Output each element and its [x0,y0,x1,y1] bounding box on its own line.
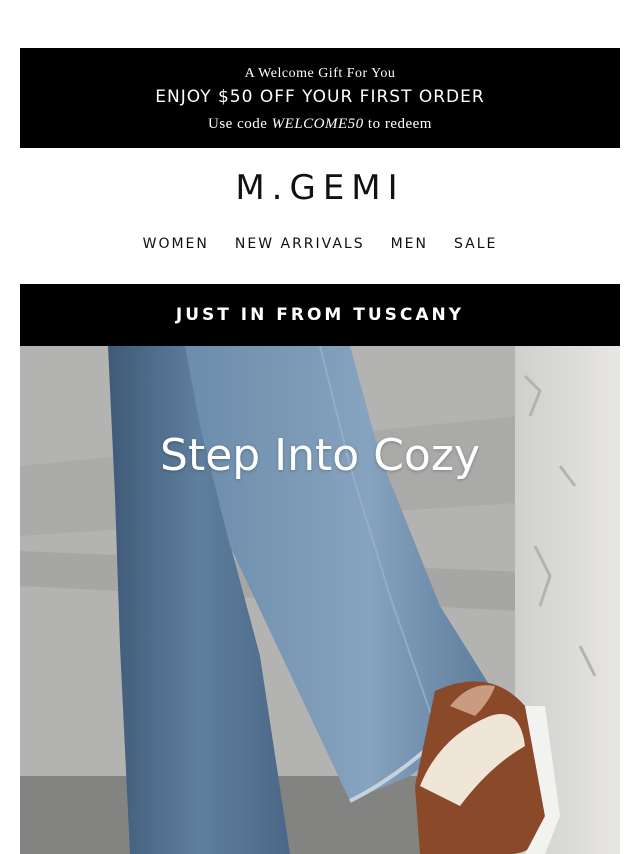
offer-headline: ENJOY $50 OFF YOUR FIRST ORDER [155,87,485,107]
offer-code-line: Use code WELCOME50 to redeem [20,116,620,133]
welcome-offer-banner[interactable]: A Welcome Gift For You ENJOY $50 OFF YOU… [20,48,620,148]
collection-banner[interactable]: JUST IN FROM TUSCANY [20,284,620,346]
nav-item-women[interactable]: WOMEN [143,236,209,254]
nav-item-sale[interactable]: SALE [454,236,497,254]
jeans-and-shearling-loafer-photo [20,346,620,854]
nav-item-new-arrivals[interactable]: NEW ARRIVALS [235,236,365,254]
offer-code: WELCOME50 [271,116,364,132]
nav-item-men[interactable]: MEN [391,236,428,254]
hero-title: Step Into Cozy [160,430,480,481]
offer-kicker: A Welcome Gift For You [244,66,396,81]
brand-logo[interactable]: M.GEMI [0,168,640,208]
hero-image[interactable]: Step Into Cozy [20,346,620,854]
offer-code-suffix: to redeem [367,116,432,132]
offer-code-prefix: Use code [208,116,268,132]
main-nav: WOMEN NEW ARRIVALS MEN SALE [0,236,640,254]
